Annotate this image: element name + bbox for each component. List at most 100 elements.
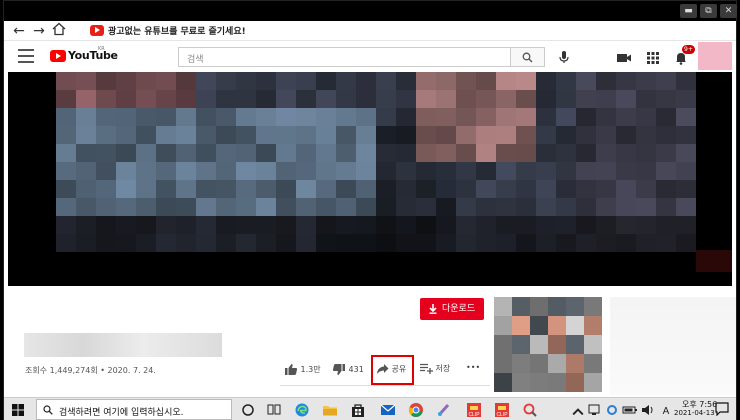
youtube-extension-icon[interactable]	[90, 25, 104, 36]
mosaic-tile	[316, 126, 336, 144]
mosaic-tile	[556, 180, 576, 198]
mosaic-tile	[76, 144, 96, 162]
mosaic-tile	[56, 180, 76, 198]
mosaic-tile	[56, 162, 76, 180]
video-player[interactable]	[8, 72, 732, 286]
taskbar-search-box[interactable]: 검색하려면 여기에 입력하십시오.	[36, 399, 232, 420]
mosaic-tile	[536, 144, 556, 162]
mosaic-tile	[276, 108, 296, 126]
mail-icon[interactable]	[380, 402, 396, 418]
minimize-button[interactable]: ▬	[680, 4, 697, 18]
clock-date[interactable]: 2021-04-13	[674, 409, 715, 417]
mosaic-tile	[156, 162, 176, 180]
share-label: 공유	[391, 364, 407, 374]
video-title-blurred	[24, 333, 222, 357]
mosaic-tile	[476, 198, 496, 216]
mosaic-tile	[656, 72, 676, 90]
chevron-up-icon[interactable]	[570, 404, 586, 420]
mosaic-tile	[96, 180, 116, 198]
mosaic-tile	[376, 234, 396, 252]
recommended-info-blurred	[610, 297, 736, 395]
youtube-logo-text[interactable]: YouTube	[68, 49, 118, 62]
youtube-header: YouTube KR 검색 9+	[4, 42, 736, 72]
mosaic-tile	[656, 234, 676, 252]
home-icon[interactable]	[50, 22, 68, 40]
save-button[interactable]: 저장	[420, 363, 450, 374]
mosaic-tile	[356, 180, 376, 198]
mosaic-tile	[556, 198, 576, 216]
apps-icon[interactable]	[646, 50, 662, 64]
mosaic-tile	[436, 198, 456, 216]
search-input[interactable]: 검색	[178, 47, 511, 67]
mosaic-tile	[296, 234, 316, 252]
thumbnail-tile	[494, 316, 512, 335]
clip-app-icon-2[interactable]: CLIP	[494, 402, 510, 418]
magnifier-app-icon[interactable]	[522, 402, 538, 418]
mosaic-tile	[416, 162, 436, 180]
youtube-logo-icon[interactable]	[50, 50, 66, 62]
mosaic-tile	[616, 90, 636, 108]
restore-button[interactable]: ⧉	[700, 4, 717, 18]
close-button[interactable]: ✕	[720, 4, 737, 18]
cortana-icon[interactable]	[240, 402, 256, 418]
mosaic-tile	[236, 216, 256, 234]
mosaic-tile	[416, 234, 436, 252]
thumbnail-tile	[584, 354, 602, 373]
edge-icon[interactable]	[294, 402, 310, 418]
dislike-button[interactable]: 431	[332, 363, 364, 376]
thumbnail-tile	[512, 297, 530, 316]
mosaic-tile	[596, 162, 616, 180]
thumbnail-tile	[512, 335, 530, 354]
back-icon[interactable]: ←	[10, 22, 28, 40]
mosaic-tile	[556, 216, 576, 234]
mosaic-tile	[676, 162, 696, 180]
mosaic-tile	[416, 198, 436, 216]
mosaic-tile	[576, 180, 596, 198]
store-icon[interactable]	[350, 402, 366, 418]
mosaic-tile	[616, 72, 636, 90]
mosaic-tile	[596, 234, 616, 252]
paint-icon[interactable]	[436, 402, 452, 418]
settings-tray-icon[interactable]	[604, 402, 620, 418]
windows-icon[interactable]	[12, 404, 24, 416]
thumbnail-tile	[566, 297, 584, 316]
extension-promo-text[interactable]: 광고없는 유튜브를 무료로 즐기세요!	[108, 24, 246, 37]
avatar[interactable]	[698, 42, 732, 70]
recommended-thumbnail[interactable]	[494, 297, 604, 395]
mosaic-tile	[436, 72, 456, 90]
mosaic-tile	[336, 126, 356, 144]
volume-icon[interactable]	[640, 402, 656, 418]
battery-icon[interactable]	[622, 402, 638, 418]
mosaic-tile	[296, 198, 316, 216]
thumbnail-tile	[548, 316, 566, 335]
mosaic-tile	[316, 216, 336, 234]
thumbnail-tile	[548, 373, 566, 392]
clip-app-icon[interactable]: CLIP	[466, 402, 482, 418]
like-icon	[285, 364, 298, 375]
mic-icon[interactable]	[556, 49, 572, 65]
chrome-icon[interactable]	[408, 402, 424, 418]
download-button[interactable]: 다운로드	[420, 298, 484, 320]
mosaic-tile	[56, 126, 76, 144]
mosaic-tile	[256, 90, 276, 108]
network-icon[interactable]	[586, 402, 602, 418]
more-actions-button[interactable]: •••	[466, 363, 480, 372]
notification-center-icon[interactable]	[715, 402, 729, 416]
mosaic-tile	[576, 198, 596, 216]
search-button[interactable]	[511, 47, 545, 67]
mosaic-tile	[216, 126, 236, 144]
menu-icon[interactable]	[18, 49, 34, 63]
like-button[interactable]: 1.3만	[284, 363, 321, 376]
mosaic-tile	[296, 162, 316, 180]
svg-text:CLIP: CLIP	[496, 412, 508, 418]
mosaic-tile	[656, 108, 676, 126]
share-icon	[377, 364, 389, 374]
share-button[interactable]: 공유	[376, 363, 406, 375]
ime-icon[interactable]: A	[658, 402, 674, 418]
mosaic-tile	[436, 126, 456, 144]
mosaic-tile	[536, 126, 556, 144]
camera-icon[interactable]	[616, 50, 632, 64]
explorer-icon[interactable]	[322, 402, 338, 418]
taskview-icon[interactable]	[266, 402, 282, 418]
forward-icon[interactable]: →	[30, 22, 48, 40]
